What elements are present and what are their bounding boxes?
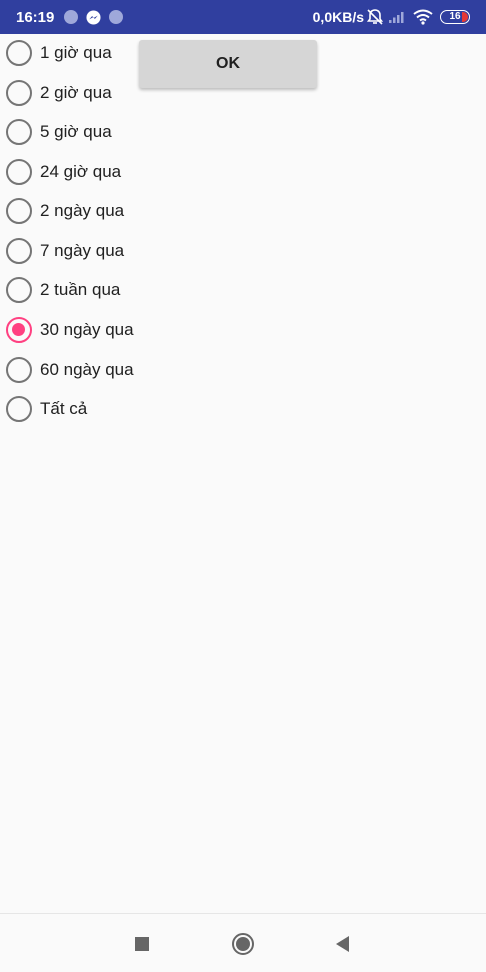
radio-option-label: 2 tuần qua: [40, 280, 121, 299]
radio-option[interactable]: 2 ngày qua: [6, 192, 146, 230]
battery-level: 16: [449, 11, 461, 22]
notification-dot-icon: [109, 10, 123, 24]
radio-button[interactable]: [6, 159, 32, 185]
radio-option-label: 60 ngày qua: [40, 360, 134, 379]
wifi-icon: [413, 9, 433, 25]
radio-option[interactable]: 60 ngày qua: [6, 351, 146, 389]
radio-option-label: 7 ngày qua: [40, 241, 125, 260]
radio-button[interactable]: [6, 40, 32, 66]
messenger-icon: [86, 10, 101, 25]
radio-button[interactable]: [6, 396, 32, 422]
network-speed: 0,0KB/s: [312, 9, 364, 25]
radio-option[interactable]: 30 ngày qua: [6, 311, 146, 349]
radio-button[interactable]: [6, 198, 32, 224]
radio-button[interactable]: [6, 238, 32, 264]
radio-option[interactable]: 7 ngày qua: [6, 232, 146, 270]
radio-button[interactable]: [6, 357, 32, 383]
radio-button-checked[interactable]: [6, 317, 32, 343]
alarm-off-icon: [366, 9, 384, 25]
radio-option[interactable]: Tất cả: [6, 390, 146, 428]
radio-button[interactable]: [6, 80, 32, 106]
radio-option[interactable]: 24 giờ qua: [6, 153, 146, 191]
recents-square-icon[interactable]: [130, 932, 154, 956]
battery-icon: 16: [440, 10, 470, 24]
radio-option-label: 1 giờ qua: [40, 43, 112, 62]
ok-button[interactable]: OK: [139, 40, 317, 88]
radio-option-label: 24 giờ qua: [40, 162, 122, 181]
back-triangle-icon[interactable]: [331, 932, 355, 956]
home-circle-icon[interactable]: [231, 932, 255, 956]
radio-option-label: 5 giờ qua: [40, 122, 112, 141]
radio-option-label: 2 ngày qua: [40, 201, 125, 220]
radio-option-label: 30 ngày qua: [40, 320, 134, 339]
status-time: 16:19: [16, 9, 55, 26]
radio-option-label: 2 giờ qua: [40, 83, 112, 102]
radio-option[interactable]: 2 tuần qua: [6, 271, 146, 309]
radio-button[interactable]: [6, 277, 32, 303]
signal-icon: [389, 12, 404, 23]
radio-option-label: Tất cả: [40, 399, 88, 418]
notification-dot-icon: [64, 10, 78, 24]
radio-button[interactable]: [6, 119, 32, 145]
radio-option[interactable]: 2 giờ qua: [6, 74, 146, 112]
radio-option[interactable]: 5 giờ qua: [6, 113, 146, 151]
radio-option[interactable]: 1 giờ qua: [6, 34, 146, 72]
navigation-bar: [0, 913, 486, 972]
status-bar: 16:19 0,0KB/s 16: [0, 0, 486, 34]
